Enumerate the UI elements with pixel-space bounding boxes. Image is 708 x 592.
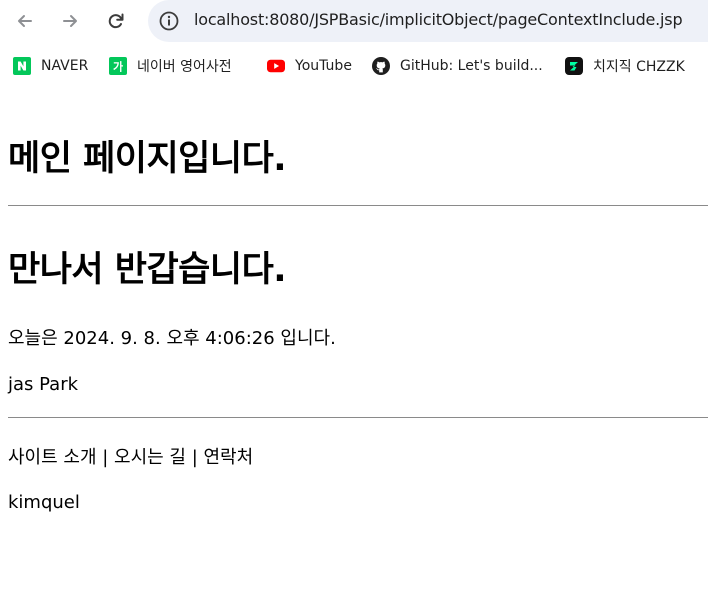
footer-author: kimquel [8,492,80,513]
back-button[interactable] [11,7,39,35]
footer-links: 사이트 소개 | 오시는 길 | 연락처 [8,447,254,468]
bookmark-label: 치지직 CHZZK [593,59,685,75]
bookmark-naver-dictionary[interactable]: 가 네이버 영어사전 [109,56,232,76]
bookmark-label: YouTube [295,58,352,74]
site-info-button[interactable] [158,10,180,36]
address-bar[interactable]: localhost:8080/JSPBasic/implicitObject/p… [148,0,708,42]
github-icon [372,57,390,75]
naver-dict-icon: 가 [109,57,127,75]
arrow-right-icon [63,15,77,27]
url-text[interactable]: localhost:8080/JSPBasic/implicitObject/p… [194,10,683,29]
greeting-heading: 만나서 반갑습니다. [8,250,287,290]
arrow-left-icon [18,15,32,27]
info-circle-icon [159,11,179,31]
bookmark-chzzk[interactable]: 치지직 CHZZK [565,56,685,76]
reload-icon [108,13,124,29]
bookmarks-bar: NAVER 가 네이버 영어사전 YouTube GitHub: Let's b… [0,48,708,84]
today-date-text: 오늘은 2024. 9. 8. 오후 4:06:26 입니다. [8,328,336,349]
bookmark-label: NAVER [41,58,89,74]
bookmark-youtube[interactable]: YouTube [267,56,352,76]
svg-text:가: 가 [113,60,123,74]
forward-button[interactable] [56,7,84,35]
reload-button[interactable] [102,7,130,35]
naver-n-icon [13,57,31,75]
bookmark-naver[interactable]: NAVER [13,56,88,76]
browser-toolbar: localhost:8080/JSPBasic/implicitObject/p… [0,0,708,42]
header-divider [8,205,708,206]
youtube-icon [267,57,285,75]
footer-divider [8,417,708,418]
bookmark-github[interactable]: GitHub: Let's build... [372,56,543,76]
chzzk-icon [565,57,583,75]
bookmark-label: GitHub: Let's build... [400,58,543,74]
bookmark-label: 네이버 영어사전 [137,59,232,75]
user-name-text: jas Park [8,374,79,395]
main-heading: 메인 페이지입니다. [8,139,287,179]
